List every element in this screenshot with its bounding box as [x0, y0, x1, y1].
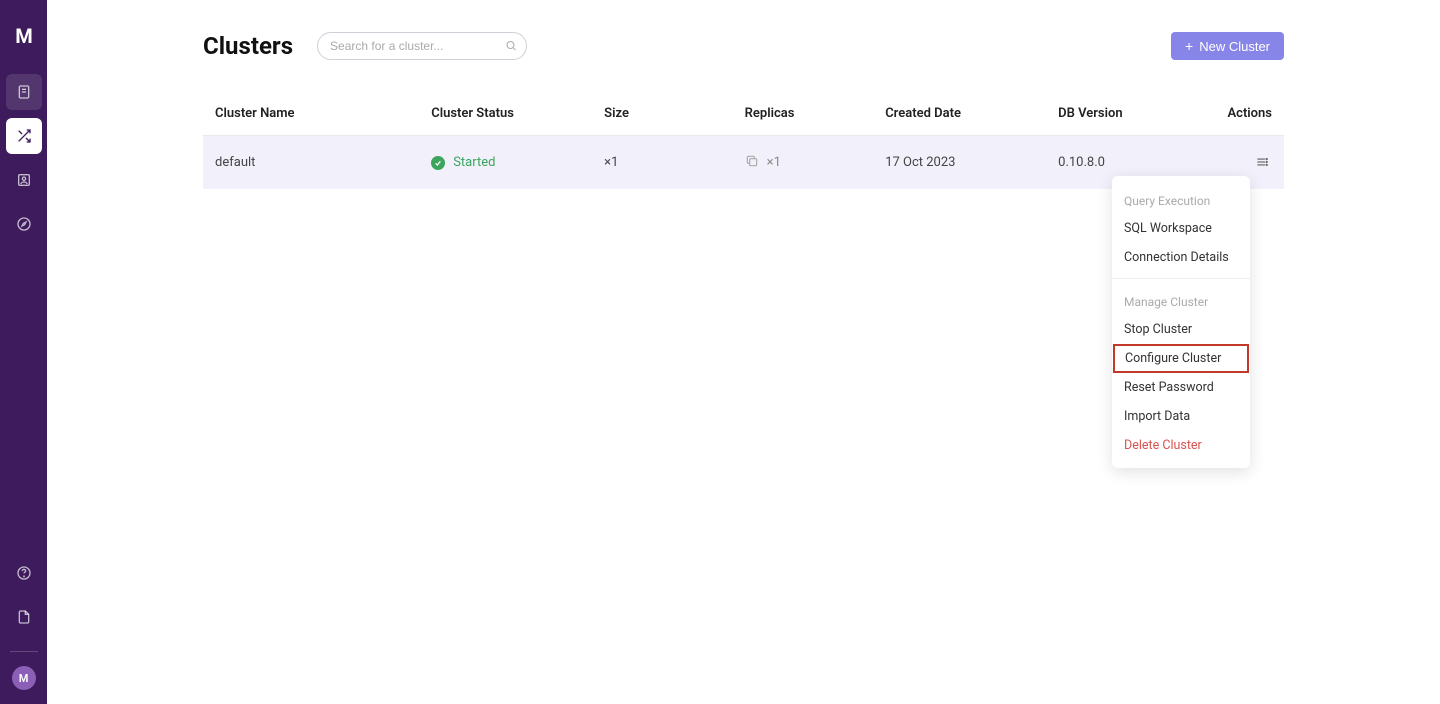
table-head: Cluster Name Cluster Status Size Replica…	[203, 92, 1284, 136]
nav-help[interactable]	[6, 555, 42, 591]
dropdown-sql-workspace[interactable]: SQL Workspace	[1112, 214, 1250, 243]
clusters-table: Cluster Name Cluster Status Size Replica…	[203, 92, 1284, 189]
nav-contacts[interactable]	[6, 162, 42, 198]
cell-replicas: ×1	[733, 136, 874, 190]
search-icon	[505, 37, 517, 56]
plus-icon: +	[1185, 39, 1193, 53]
dropdown-delete-cluster[interactable]: Delete Cluster	[1112, 431, 1250, 460]
page-header: Clusters + New Cluster	[47, 32, 1440, 60]
dropdown-configure-cluster[interactable]: Configure Cluster	[1113, 344, 1249, 373]
status-label: Started	[453, 155, 495, 170]
table-container: Cluster Name Cluster Status Size Replica…	[47, 92, 1440, 189]
col-version: DB Version	[1046, 92, 1197, 136]
actions-dropdown: Query Execution SQL Workspace Connection…	[1112, 176, 1250, 468]
replica-icon	[745, 154, 759, 172]
sidebar: M M	[0, 0, 47, 704]
clusters-icon	[16, 128, 32, 144]
col-actions: Actions	[1197, 92, 1284, 136]
page-title: Clusters	[203, 32, 293, 60]
dropdown-import-data[interactable]: Import Data	[1112, 402, 1250, 431]
nav-docs[interactable]	[6, 599, 42, 635]
status-check-icon	[431, 156, 445, 170]
help-icon	[16, 565, 32, 581]
col-created: Created Date	[873, 92, 1046, 136]
row-actions-button[interactable]	[1252, 152, 1272, 172]
docs-icon	[16, 609, 32, 625]
database-icon	[16, 84, 32, 100]
main-content: Clusters + New Cluster Cluster Name Clus…	[47, 0, 1440, 189]
nav-clusters[interactable]	[6, 118, 42, 154]
cell-name: default	[203, 136, 419, 190]
nav-explore[interactable]	[6, 206, 42, 242]
cell-size: ×1	[592, 136, 733, 190]
search-box	[317, 32, 527, 60]
compass-icon	[16, 216, 32, 232]
nav-database[interactable]	[6, 74, 42, 110]
col-replicas: Replicas	[733, 92, 874, 136]
menu-icon	[1255, 155, 1269, 169]
new-cluster-label: New Cluster	[1199, 39, 1270, 54]
avatar[interactable]: M	[12, 666, 36, 690]
contacts-icon	[16, 172, 32, 188]
dropdown-section-query: Query Execution	[1112, 184, 1250, 214]
replica-value: ×1	[767, 155, 781, 170]
logo: M	[15, 24, 32, 48]
dropdown-stop-cluster[interactable]: Stop Cluster	[1112, 315, 1250, 344]
dropdown-reset-password[interactable]: Reset Password	[1112, 373, 1250, 402]
col-size: Size	[592, 92, 733, 136]
dropdown-connection-details[interactable]: Connection Details	[1112, 243, 1250, 272]
cell-created: 17 Oct 2023	[873, 136, 1046, 190]
nav-divider	[10, 651, 38, 652]
cell-status: Started	[419, 136, 592, 190]
col-cluster-status: Cluster Status	[419, 92, 592, 136]
dropdown-section-manage: Manage Cluster	[1112, 285, 1250, 315]
search-input[interactable]	[317, 32, 527, 60]
dropdown-divider	[1112, 278, 1250, 279]
col-cluster-name: Cluster Name	[203, 92, 419, 136]
new-cluster-button[interactable]: + New Cluster	[1171, 32, 1284, 60]
